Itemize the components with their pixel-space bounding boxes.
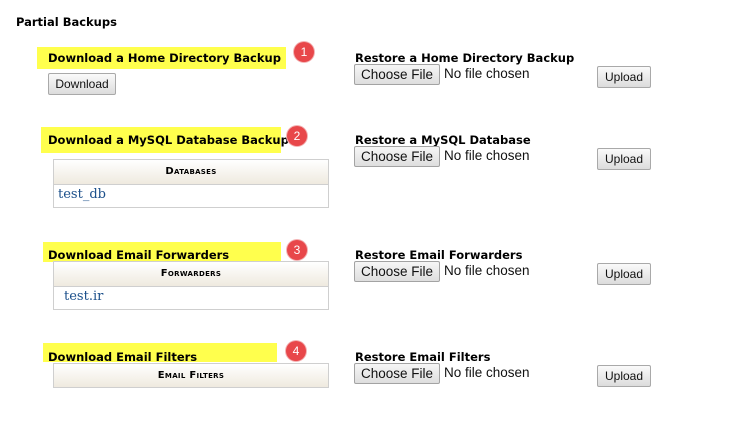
no-file-filters-text: No file chosen	[444, 365, 530, 380]
restore-home-backup-label: Restore a Home Directory Backup	[355, 51, 575, 65]
choose-file-mysql-button[interactable]: Choose File	[354, 146, 440, 167]
choose-file-forwarders-button[interactable]: Choose File	[354, 261, 440, 282]
download-mysql-backup-label: Download a MySQL Database Backup	[48, 133, 289, 147]
upload-forwarders-button[interactable]: Upload	[597, 263, 651, 285]
restore-forwarders-label: Restore Email Forwarders	[355, 248, 523, 262]
restore-filters-label: Restore Email Filters	[355, 350, 491, 364]
forwarders-table-header: Forwarders	[54, 262, 328, 287]
no-file-mysql-text: No file chosen	[444, 148, 530, 163]
choose-file-filters-button[interactable]: Choose File	[354, 363, 440, 384]
restore-mysql-label: Restore a MySQL Database	[355, 133, 531, 147]
filters-table-header: Email Filters	[54, 364, 328, 387]
databases-table-header: Databases	[54, 160, 328, 185]
no-file-home-text: No file chosen	[444, 66, 530, 81]
filters-table: Email Filters	[53, 363, 329, 388]
upload-mysql-button[interactable]: Upload	[597, 148, 651, 170]
choose-file-home-button[interactable]: Choose File	[354, 64, 440, 85]
no-file-forwarders-text: No file chosen	[444, 263, 530, 278]
step-badge-3: 3	[287, 240, 307, 260]
download-filters-label: Download Email Filters	[48, 350, 198, 364]
database-row-link[interactable]: test_db	[58, 187, 106, 202]
step-badge-2: 2	[287, 126, 307, 146]
step-badge-1: 1	[294, 42, 314, 62]
forwarder-row-link[interactable]: test.ir	[64, 289, 103, 304]
download-forwarders-label: Download Email Forwarders	[48, 248, 230, 262]
download-home-backup-label: Download a Home Directory Backup	[48, 51, 281, 65]
section-title: Partial Backups	[16, 15, 117, 29]
download-button[interactable]: Download	[48, 73, 116, 95]
upload-home-button[interactable]: Upload	[597, 66, 651, 88]
step-badge-4: 4	[286, 341, 306, 361]
upload-filters-button[interactable]: Upload	[597, 365, 651, 387]
